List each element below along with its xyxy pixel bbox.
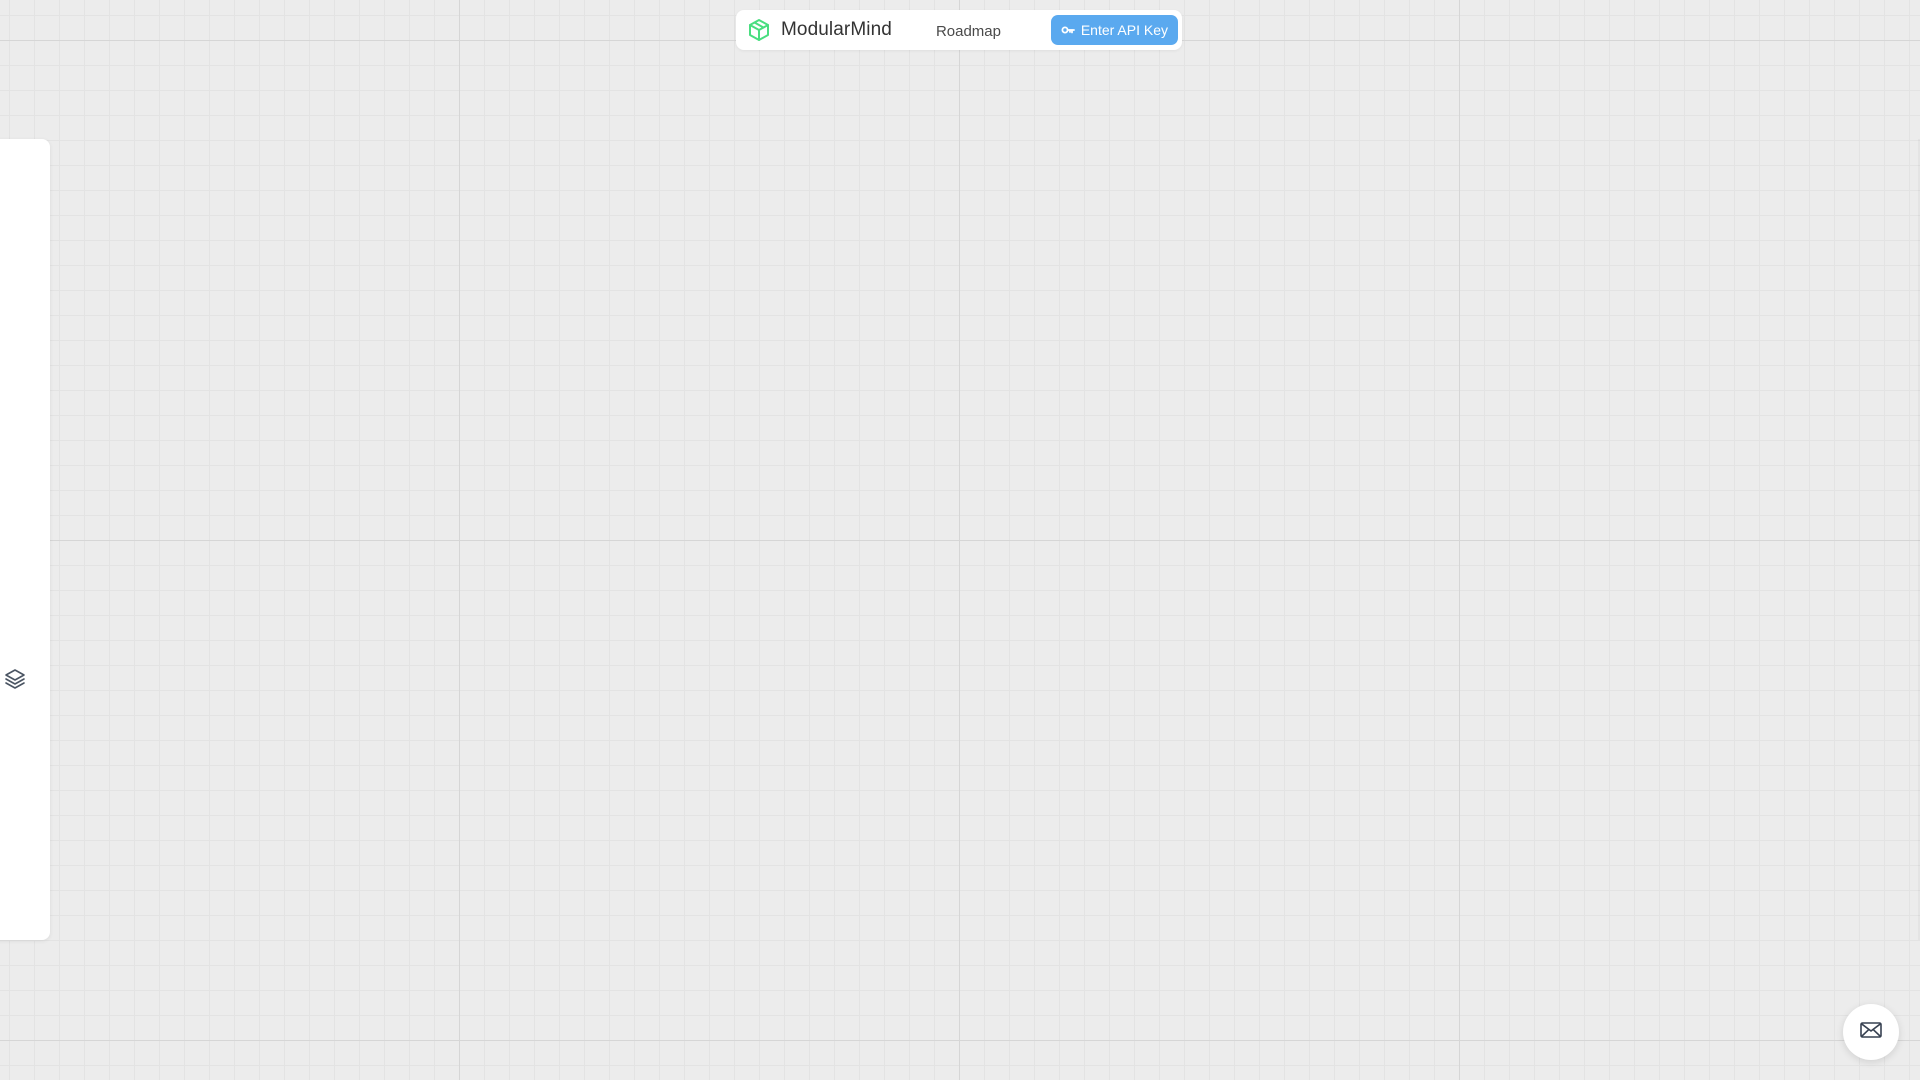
left-side-panel [0,139,50,940]
brand-name[interactable]: ModularMind [781,19,892,41]
contact-mail-button[interactable] [1843,1004,1899,1060]
layers-icon[interactable] [2,666,28,692]
enter-api-key-button[interactable]: Enter API Key [1050,15,1178,45]
top-navigation-bar: ModularMind Roadmap Enter API Key [736,10,1182,50]
enter-api-key-label: Enter API Key [1080,22,1168,38]
roadmap-link[interactable]: Roadmap [936,21,1001,40]
key-icon [1061,25,1075,35]
modularmind-logo-icon[interactable] [746,17,772,43]
mail-icon [1859,1020,1883,1045]
